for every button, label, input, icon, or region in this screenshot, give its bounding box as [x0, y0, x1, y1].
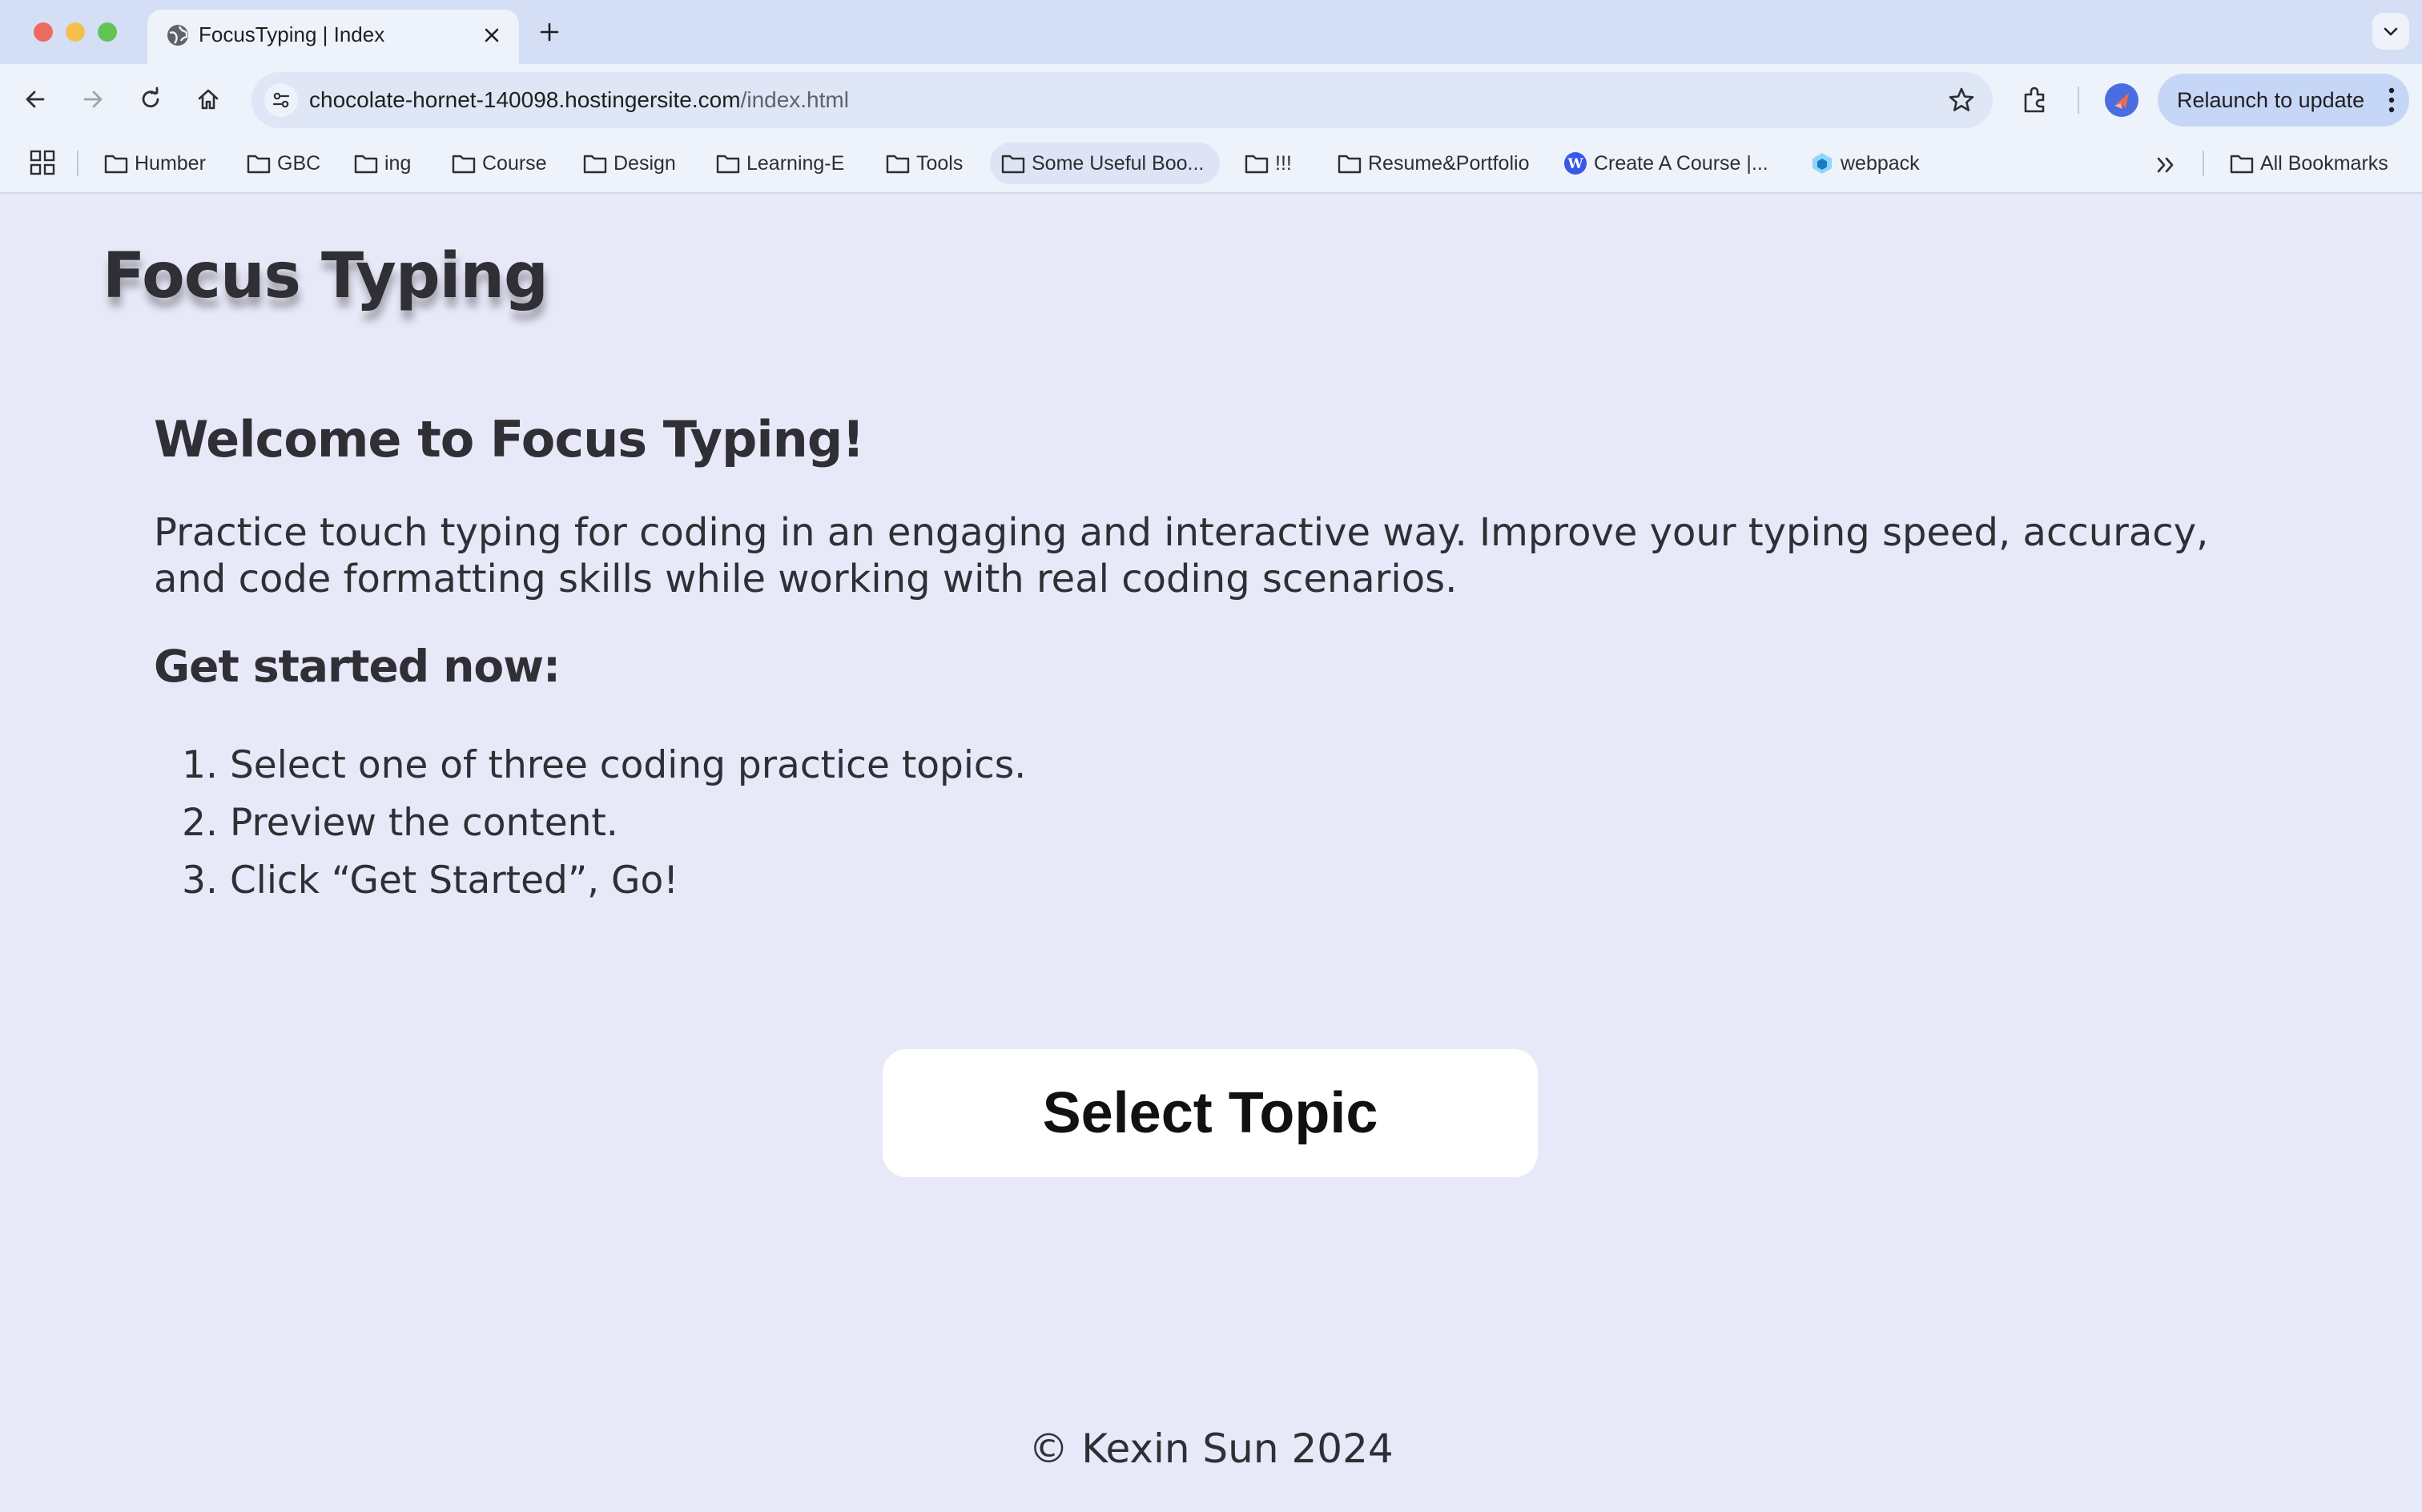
list-item: 2. Preview the content. — [170, 794, 1026, 852]
select-topic-button[interactable]: Select Topic — [883, 1049, 1538, 1177]
bookmark-label: GBC — [277, 152, 321, 175]
globe-icon — [167, 25, 188, 46]
folder-icon — [1338, 155, 1362, 174]
bookmark-label: Create A Course |... — [1594, 152, 1768, 175]
minimize-window-button[interactable] — [66, 22, 85, 42]
folder-icon — [886, 155, 910, 174]
bookmark-label: Humber — [135, 152, 206, 175]
footer-copyright: © Kexin Sun 2024 — [1028, 1426, 1394, 1472]
folder-icon — [104, 155, 128, 174]
bookmark-label: webpack — [1841, 152, 1920, 175]
tune-icon — [272, 92, 290, 108]
folder-icon — [354, 155, 378, 174]
close-window-button[interactable] — [34, 22, 53, 42]
bookmark-design[interactable]: Design — [572, 143, 676, 184]
list-item: 3. Click “Get Started”, Go! — [170, 852, 1026, 910]
bookmark-exclamation[interactable]: !!! — [1233, 143, 1292, 184]
forward-button[interactable] — [74, 80, 112, 119]
back-button[interactable] — [16, 80, 54, 119]
step-text: Click “Get Started”, Go! — [229, 859, 679, 903]
url-host: chocolate-hornet-140098.hostingersite.co… — [309, 87, 741, 112]
all-bookmarks[interactable]: All Bookmarks — [2219, 143, 2388, 184]
bookmark-label: Resume&Portfolio — [1368, 152, 1530, 175]
step-number: 1. — [182, 743, 218, 787]
bookmarks-separator — [2203, 151, 2204, 176]
tab-strip: FocusTyping | Index — [0, 0, 2422, 64]
folder-icon — [583, 155, 607, 174]
wordpress-icon: W — [1564, 152, 1587, 175]
bookmark-label: Course — [482, 152, 547, 175]
bookmark-label: ing — [384, 152, 412, 175]
list-item: 1. Select one of three coding practice t… — [170, 737, 1026, 794]
bookmark-gbc[interactable]: GBC — [235, 143, 320, 184]
bookmark-some-useful[interactable]: Some Useful Boo... — [990, 143, 1221, 184]
bookmarks-bar: Humber GBC ing Course Design Learning-E … — [0, 136, 2422, 194]
apps-grid-icon[interactable] — [29, 149, 56, 176]
arrow-left-icon — [26, 90, 45, 108]
bookmark-humber[interactable]: Humber — [93, 143, 206, 184]
bookmark-star-icon[interactable] — [1946, 85, 1977, 115]
reload-button[interactable] — [131, 80, 170, 119]
folder-icon — [2230, 155, 2254, 174]
webpack-icon — [1812, 153, 1832, 174]
step-number: 2. — [182, 801, 218, 845]
intro-paragraph: Practice touch typing for coding in an e… — [154, 510, 2209, 601]
folder-icon — [452, 155, 476, 174]
tab-title: FocusTyping | Index — [199, 22, 385, 46]
url-text[interactable]: chocolate-hornet-140098.hostingersite.co… — [309, 85, 849, 115]
all-bookmarks-label: All Bookmarks — [2260, 152, 2388, 175]
folder-icon — [1001, 155, 1025, 174]
folder-icon — [716, 155, 740, 174]
svg-text:W: W — [1567, 156, 1583, 172]
bookmark-course[interactable]: Course — [441, 143, 547, 184]
extensions-icon[interactable] — [2018, 83, 2052, 117]
welcome-heading: Welcome to Focus Typing! — [154, 410, 864, 468]
url-path: /index.html — [740, 87, 849, 112]
toolbar-divider — [2078, 86, 2079, 114]
address-bar[interactable]: chocolate-hornet-140098.hostingersite.co… — [251, 72, 1993, 128]
bookmark-resume-portfolio[interactable]: Resume&Portfolio — [1326, 143, 1529, 184]
bookmark-label: Learning-E — [746, 152, 845, 175]
paper-plane-icon — [2114, 93, 2129, 109]
relaunch-label: Relaunch to update — [2177, 88, 2365, 112]
bookmark-label: Tools — [916, 152, 964, 175]
chevron-down-icon — [2384, 27, 2398, 36]
bookmark-label: Some Useful Boo... — [1032, 152, 1205, 175]
site-title[interactable]: Focus Typing — [103, 240, 549, 312]
relaunch-button[interactable]: Relaunch to update — [2158, 74, 2409, 127]
step-number: 3. — [182, 859, 218, 903]
active-tab[interactable]: FocusTyping | Index — [147, 10, 519, 64]
profile-avatar[interactable] — [2105, 83, 2138, 117]
close-tab-icon[interactable] — [481, 24, 503, 46]
site-info-button[interactable] — [264, 83, 298, 117]
reload-icon — [142, 86, 159, 108]
bookmark-ing[interactable]: ing — [343, 143, 411, 184]
bookmark-webpack[interactable]: webpack — [1799, 143, 1920, 184]
tab-search-button[interactable] — [2372, 13, 2409, 50]
zoom-window-button[interactable] — [98, 22, 117, 42]
double-chevron-right-icon[interactable] — [2151, 151, 2180, 179]
get-started-heading: Get started now: — [154, 641, 561, 692]
home-icon — [198, 89, 219, 110]
folder-icon — [247, 155, 271, 174]
step-text: Select one of three coding practice topi… — [229, 743, 1027, 787]
steps-list: 1. Select one of three coding practice t… — [170, 737, 1026, 910]
more-menu-icon[interactable] — [2388, 86, 2395, 114]
bookmark-tools[interactable]: Tools — [875, 143, 963, 184]
bookmark-label: Design — [614, 152, 676, 175]
bookmark-label: !!! — [1275, 152, 1292, 175]
step-text: Preview the content. — [229, 801, 618, 845]
folder-icon — [1245, 155, 1269, 174]
arrow-right-icon — [83, 90, 103, 108]
bookmarks-separator — [77, 151, 78, 176]
bookmark-learning-e[interactable]: Learning-E — [705, 143, 844, 184]
browser-toolbar: chocolate-hornet-140098.hostingersite.co… — [0, 64, 2422, 136]
new-tab-icon[interactable] — [537, 19, 562, 45]
bookmark-create-a-course[interactable]: W Create A Course |... — [1552, 143, 1768, 184]
home-button[interactable] — [189, 80, 227, 119]
